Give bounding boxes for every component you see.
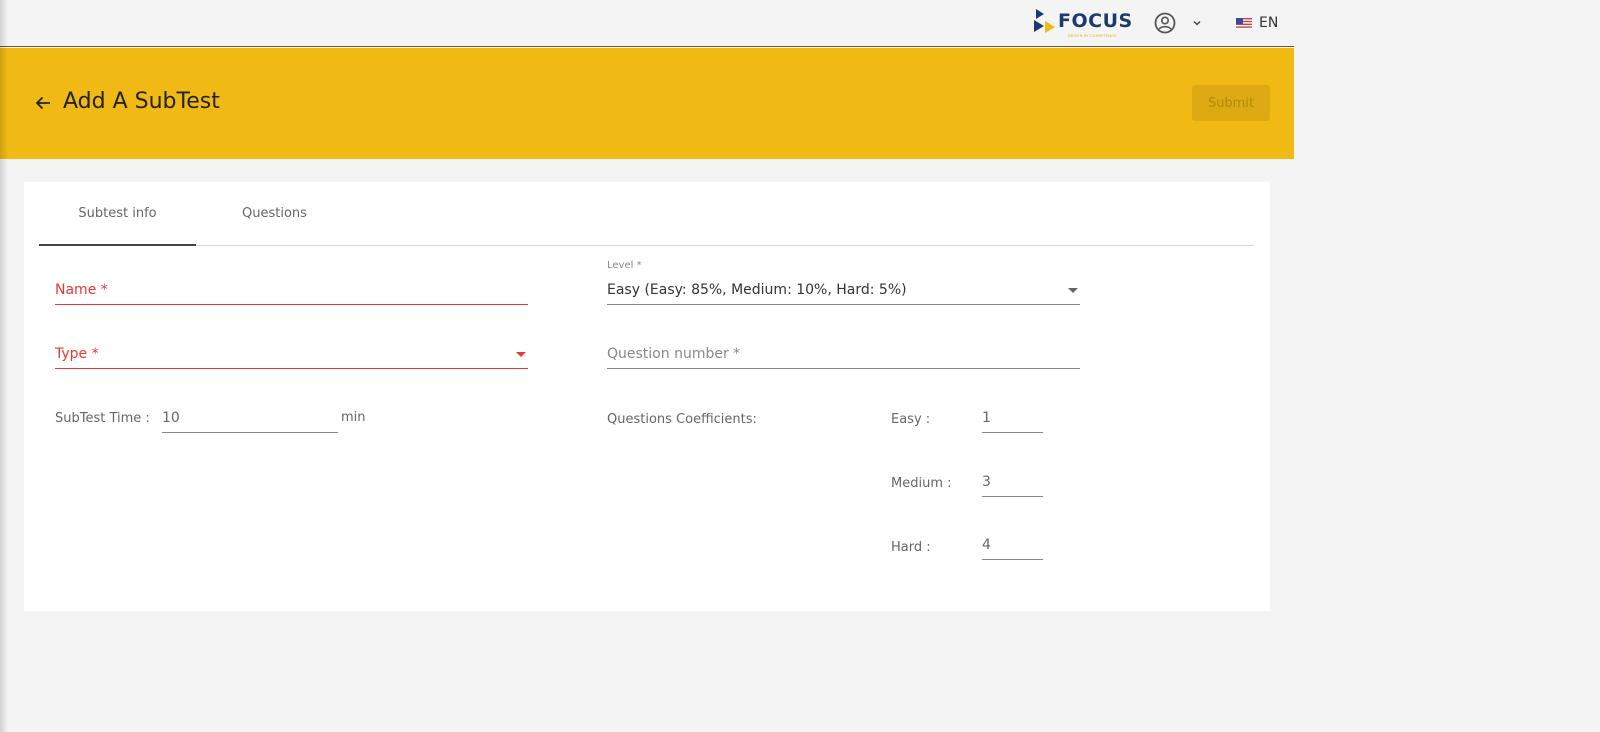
medium-underline [982, 496, 1043, 497]
tab-bar: Subtest info Questions [39, 182, 1254, 246]
language-selector[interactable]: EN [1236, 13, 1278, 33]
tab-subtest-info[interactable]: Subtest info [39, 182, 196, 246]
subtest-time-label: SubTest Time : [55, 411, 150, 426]
question-number-placeholder: Question number * [607, 346, 741, 362]
logo-icon [1034, 9, 1055, 33]
hard-coefficient-input[interactable]: 4 [982, 533, 1043, 560]
logo-text: FOCUS [1058, 10, 1133, 32]
type-underline [55, 368, 528, 369]
level-label: Level * [607, 260, 642, 271]
subtest-time-unit: min [341, 410, 366, 425]
easy-label: Easy : [891, 412, 931, 427]
medium-label: Medium : [891, 476, 952, 491]
easy-coefficient-value: 1 [982, 410, 991, 426]
easy-coefficient-input[interactable]: 1 [982, 406, 1043, 433]
level-underline [607, 304, 1080, 305]
type-select[interactable]: Type * [55, 342, 528, 369]
top-bar: FOCUS DRIVEN BY COMPETENCE EN [0, 0, 1294, 47]
tab-questions[interactable]: Questions [196, 182, 353, 245]
coefficients-label: Questions Coefficients: [607, 412, 757, 427]
medium-coefficient-value: 3 [982, 474, 991, 490]
level-value: Easy (Easy: 85%, Medium: 10%, Hard: 5%) [607, 282, 907, 298]
us-flag-icon [1236, 17, 1252, 29]
level-select[interactable]: Level * Easy (Easy: 85%, Medium: 10%, Ha… [607, 260, 1080, 305]
caret-down-icon [516, 352, 526, 357]
type-placeholder: Type * [55, 346, 99, 362]
question-number-underline [607, 368, 1080, 369]
form-card: Subtest info Questions Name * Type * Sub… [24, 182, 1270, 611]
caret-down-icon [1068, 288, 1078, 293]
question-number-input[interactable]: Question number * [607, 342, 1080, 369]
arrow-left-icon[interactable] [33, 93, 53, 113]
tab-label: Subtest info [78, 206, 157, 221]
chevron-down-icon[interactable] [1191, 17, 1203, 29]
active-tab-indicator [39, 244, 196, 246]
focus-logo[interactable]: FOCUS DRIVEN BY COMPETENCE [1034, 8, 1138, 40]
name-placeholder: Name * [55, 282, 108, 298]
tab-label: Questions [242, 206, 307, 221]
easy-underline [982, 432, 1043, 433]
logo-tagline: DRIVEN BY COMPETENCE [1068, 34, 1117, 38]
user-circle-icon[interactable] [1154, 12, 1176, 34]
name-field[interactable]: Name * [55, 278, 528, 305]
name-underline [55, 304, 528, 305]
left-edge-shadow [0, 0, 8, 732]
subtest-time-value: 10 [162, 410, 180, 426]
language-label: EN [1259, 15, 1279, 31]
hard-label: Hard : [891, 540, 931, 555]
subtest-time-input[interactable]: 10 [162, 406, 338, 433]
subtest-time-underline [162, 432, 338, 433]
medium-coefficient-input[interactable]: 3 [982, 470, 1043, 497]
submit-button[interactable]: Submit [1192, 85, 1270, 121]
hard-coefficient-value: 4 [982, 537, 991, 553]
page-title: Add A SubTest [63, 89, 220, 114]
hard-underline [982, 559, 1043, 560]
